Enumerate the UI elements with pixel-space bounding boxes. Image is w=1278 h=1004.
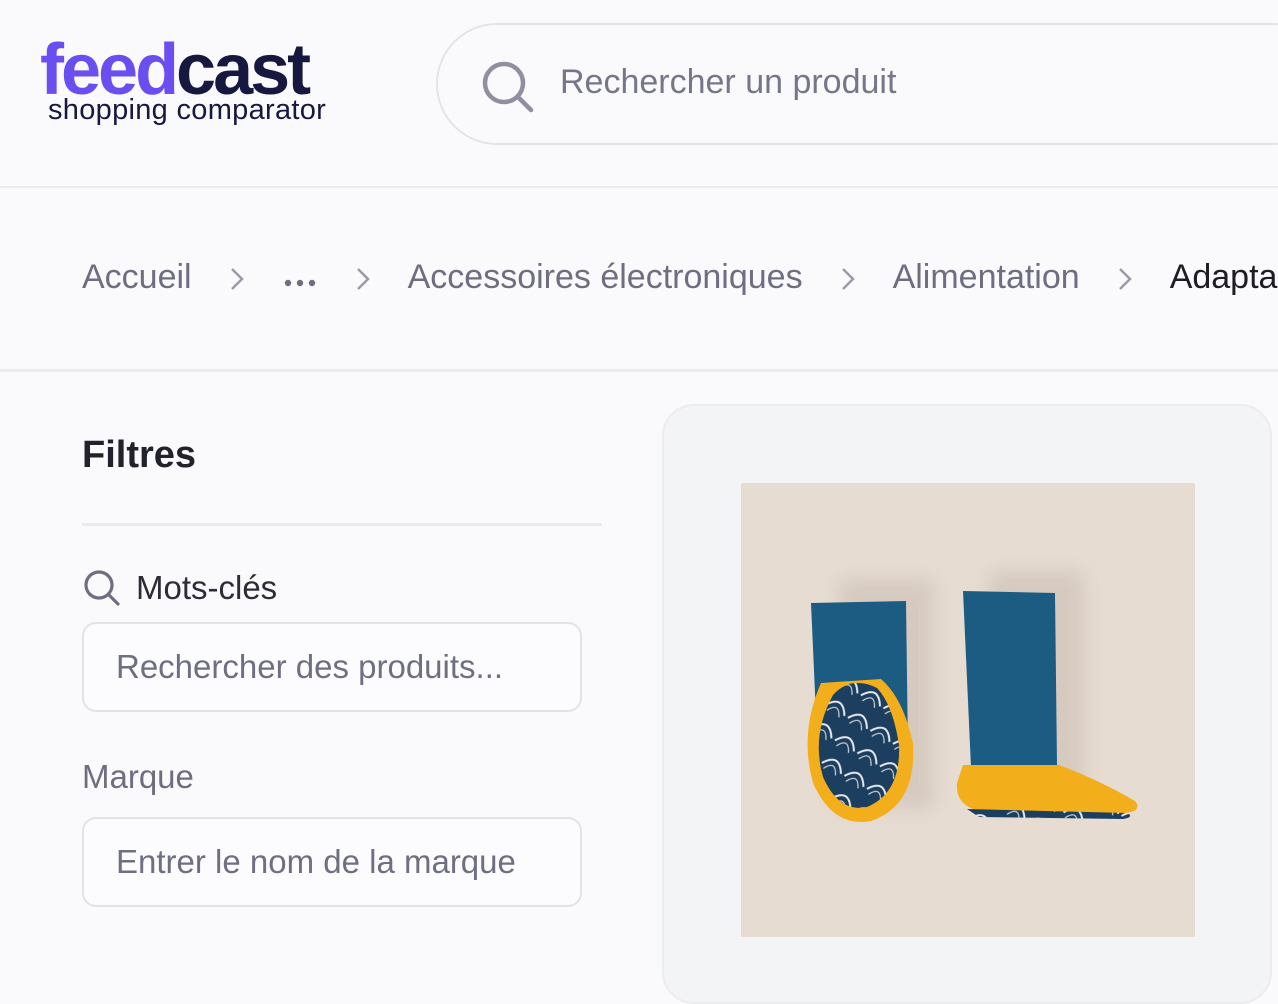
search-icon xyxy=(82,568,122,608)
keywords-label: Mots-clés xyxy=(82,568,277,608)
breadcrumb-bar: Accueil Accessoires électroniques Alimen… xyxy=(0,190,1278,372)
keywords-input[interactable]: Rechercher des produits... xyxy=(82,622,582,712)
breadcrumb-alimentation[interactable]: Alimentation xyxy=(893,258,1080,297)
search-icon xyxy=(480,59,536,115)
breadcrumb-home[interactable]: Accueil xyxy=(82,258,192,297)
site-header: feedcast shopping comparator Rechercher … xyxy=(0,0,1278,188)
chevron-right-icon xyxy=(1080,258,1170,297)
chevron-right-icon xyxy=(318,258,408,297)
keywords-placeholder: Rechercher des produits... xyxy=(116,648,504,685)
product-card[interactable] xyxy=(662,404,1272,1004)
chevron-right-icon xyxy=(192,258,282,297)
brand-placeholder: Entrer le nom de la marque xyxy=(116,843,516,880)
breadcrumb: Accueil Accessoires électroniques Alimen… xyxy=(82,258,1277,297)
breadcrumb-accessoires[interactable]: Accessoires électroniques xyxy=(408,258,803,297)
keywords-label-text: Mots-clés xyxy=(136,569,278,606)
logo-tagline: shopping comparator xyxy=(48,94,327,126)
product-image[interactable] xyxy=(741,483,1195,937)
feedcast-logo[interactable]: feedcast shopping comparator xyxy=(40,34,350,134)
search-input[interactable]: Rechercher un produit xyxy=(436,23,1278,145)
filters-divider xyxy=(82,523,602,526)
brand-label: Marque xyxy=(82,758,194,795)
baby-booties-photo xyxy=(807,571,1138,822)
filters-title: Filtres xyxy=(82,434,197,476)
brand-input[interactable]: Entrer le nom de la marque xyxy=(82,817,582,907)
breadcrumb-current: Adapta xyxy=(1169,258,1278,296)
search-placeholder: Rechercher un produit xyxy=(560,63,897,101)
chevron-right-icon xyxy=(803,258,893,297)
breadcrumb-ellipsis[interactable] xyxy=(282,258,318,297)
